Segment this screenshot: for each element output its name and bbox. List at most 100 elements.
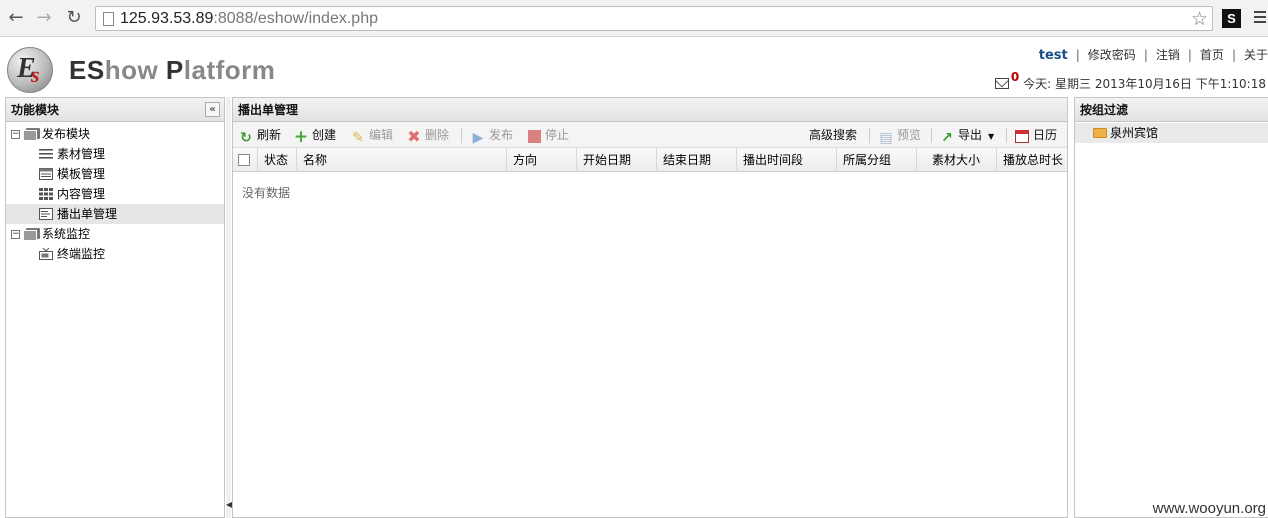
export-button[interactable]: ↗ 导出 ▼ — [939, 126, 994, 146]
grid-header: 状态 名称 方向 开始日期 结束日期 播出时间段 所属分组 素材大小 播放总时长 — [233, 148, 1067, 172]
publish-label: 发布 — [489, 128, 514, 142]
tree-node-publish[interactable]: − 发布模块 — [6, 124, 224, 144]
tree-item-content[interactable]: 内容管理 — [6, 184, 224, 204]
play-icon: ▶ — [472, 130, 484, 146]
module-panel-title-text: 功能模块 — [11, 103, 60, 117]
select-all-checkbox[interactable] — [238, 154, 250, 166]
current-user-link[interactable]: test — [1039, 48, 1068, 63]
brand-latform: latform — [183, 55, 276, 85]
url-host: 125.93.53.89 — [120, 10, 214, 27]
calendar-button[interactable]: 日历 — [1014, 126, 1057, 145]
create-button[interactable]: + 创建 — [293, 126, 337, 147]
playlist-panel: 播出单管理 ↻ 刷新 + 创建 ✎ 编辑 ✖ 删除 ▶ 发布 停止 高级搜索 ▤ 预览 ↗ 导… — [232, 97, 1068, 518]
folder-icon — [23, 128, 40, 141]
module-panel-title: 功能模块 « — [6, 98, 224, 122]
refresh-button[interactable]: ↻ 刷新 — [238, 126, 281, 146]
column-group[interactable]: 所属分组 — [837, 148, 917, 172]
group-filter-panel: 按组过滤 泉州宾馆 — [1074, 97, 1268, 518]
advanced-search-label: 高级搜索 — [809, 128, 858, 142]
playlist-toolbar: ↻ 刷新 + 创建 ✎ 编辑 ✖ 删除 ▶ 发布 停止 高级搜索 ▤ 预览 ↗ 导出 ▼ 日历 — [233, 122, 1067, 148]
edit-button[interactable]: ✎ 编辑 — [350, 126, 394, 146]
toolbar-separator — [869, 128, 870, 143]
tree-item-playlist[interactable]: 播出单管理 — [6, 204, 224, 224]
plus-icon: + — [293, 127, 309, 147]
preview-label: 预览 — [897, 128, 922, 142]
column-name[interactable]: 名称 — [297, 148, 507, 172]
collapse-toggle-icon[interactable]: − — [11, 130, 20, 139]
group-label: 泉州宾馆 — [1110, 126, 1159, 140]
watermark: www.wooyun.org — [1152, 500, 1266, 517]
stop-button[interactable]: 停止 — [526, 126, 569, 145]
column-size[interactable]: 素材大小 — [917, 148, 997, 172]
brand-p: P — [165, 55, 184, 85]
delete-label: 删除 — [425, 128, 450, 142]
browser-menu-icon[interactable] — [1254, 11, 1266, 25]
address-bar[interactable]: 125.93.53.89:8088/eshow/index.php ☆ — [95, 6, 1213, 31]
tree-label: 素材管理 — [57, 147, 106, 161]
toolbar-separator — [931, 128, 932, 143]
tree-item-template[interactable]: 模板管理 — [6, 164, 224, 184]
module-tree: − 发布模块 素材管理 模板管理 内容管理 播出单管理 − 系统监控 终端监控 — [6, 122, 224, 264]
brand-how: how — [104, 55, 159, 85]
folder-icon — [23, 228, 40, 241]
back-arrow-icon[interactable]: ← — [5, 7, 27, 29]
eshow-logo: Es — [7, 47, 53, 93]
tree-label: 内容管理 — [57, 187, 106, 201]
brand-title: EShow Platform — [69, 55, 275, 86]
panel-splitter[interactable] — [226, 97, 231, 518]
reload-icon[interactable]: ↻ — [63, 7, 85, 29]
template-icon — [39, 168, 53, 180]
grid-icon — [39, 188, 53, 200]
tree-label: 系统监控 — [42, 227, 91, 241]
preview-button[interactable]: ▤ 预览 — [878, 126, 922, 146]
column-direction[interactable]: 方向 — [507, 148, 577, 172]
refresh-icon: ↻ — [240, 130, 252, 146]
home-link[interactable]: 首页 — [1200, 48, 1224, 62]
playlist-icon — [39, 208, 53, 220]
tree-item-material[interactable]: 素材管理 — [6, 144, 224, 164]
mail-icon[interactable] — [994, 78, 1009, 89]
preview-icon: ▤ — [879, 130, 893, 146]
url-text[interactable]: 125.93.53.89:8088/eshow/index.php — [120, 10, 378, 28]
edit-label: 编辑 — [369, 128, 394, 142]
pencil-icon: ✎ — [352, 130, 364, 146]
logout-link[interactable]: 注销 — [1156, 48, 1180, 62]
empty-message: 没有数据 — [242, 186, 291, 200]
group-item[interactable]: 泉州宾馆 — [1075, 123, 1268, 143]
extension-icon[interactable]: S — [1222, 9, 1241, 28]
page-icon — [103, 12, 114, 26]
tree-node-monitor[interactable]: − 系统监控 — [6, 224, 224, 244]
export-label: 导出 — [958, 128, 983, 142]
toolbar-separator — [1006, 128, 1007, 143]
playlist-panel-title: 播出单管理 — [233, 98, 1067, 122]
calendar-icon — [1014, 130, 1030, 146]
publish-button[interactable]: ▶ 发布 — [470, 126, 514, 146]
calendar-label: 日历 — [1033, 128, 1058, 142]
delete-button[interactable]: ✖ 删除 — [406, 126, 449, 145]
tree-label: 模板管理 — [57, 167, 106, 181]
collapse-toggle-icon[interactable]: − — [11, 230, 20, 239]
column-end-date[interactable]: 结束日期 — [657, 148, 737, 172]
advanced-search-button[interactable]: 高级搜索 — [809, 126, 857, 145]
column-start-date[interactable]: 开始日期 — [577, 148, 657, 172]
collapse-panel-button[interactable]: « — [205, 102, 220, 117]
about-link[interactable]: 关于 — [1244, 48, 1268, 62]
module-panel: 功能模块 « − 发布模块 素材管理 模板管理 内容管理 播出单管理 − 系统监… — [5, 97, 225, 518]
select-all-column — [233, 148, 258, 172]
column-status[interactable]: 状态 — [258, 148, 297, 172]
forward-arrow-icon[interactable]: → — [33, 7, 55, 29]
top-links: test | 修改密码 | 注销 | 首页 | 关于 — [1038, 48, 1268, 63]
bookmark-star-icon[interactable]: ☆ — [1191, 8, 1208, 30]
change-password-link[interactable]: 修改密码 — [1088, 48, 1136, 62]
browser-toolbar: ← → ↻ 125.93.53.89:8088/eshow/index.php … — [0, 0, 1268, 37]
message-count[interactable]: 0 — [1011, 70, 1019, 84]
message-status: 0 今天: 星期三 2013年10月16日 下午1:10:18 — [994, 70, 1266, 92]
dropdown-arrow-icon[interactable]: ▼ — [988, 132, 994, 141]
tv-icon — [39, 248, 53, 260]
column-time-slot[interactable]: 播出时间段 — [737, 148, 837, 172]
create-label: 创建 — [312, 128, 337, 142]
column-duration[interactable]: 播放总时长 — [997, 148, 1067, 172]
tree-label: 播出单管理 — [57, 207, 118, 221]
tree-item-terminal[interactable]: 终端监控 — [6, 244, 224, 264]
toolbar-separator — [461, 128, 462, 143]
